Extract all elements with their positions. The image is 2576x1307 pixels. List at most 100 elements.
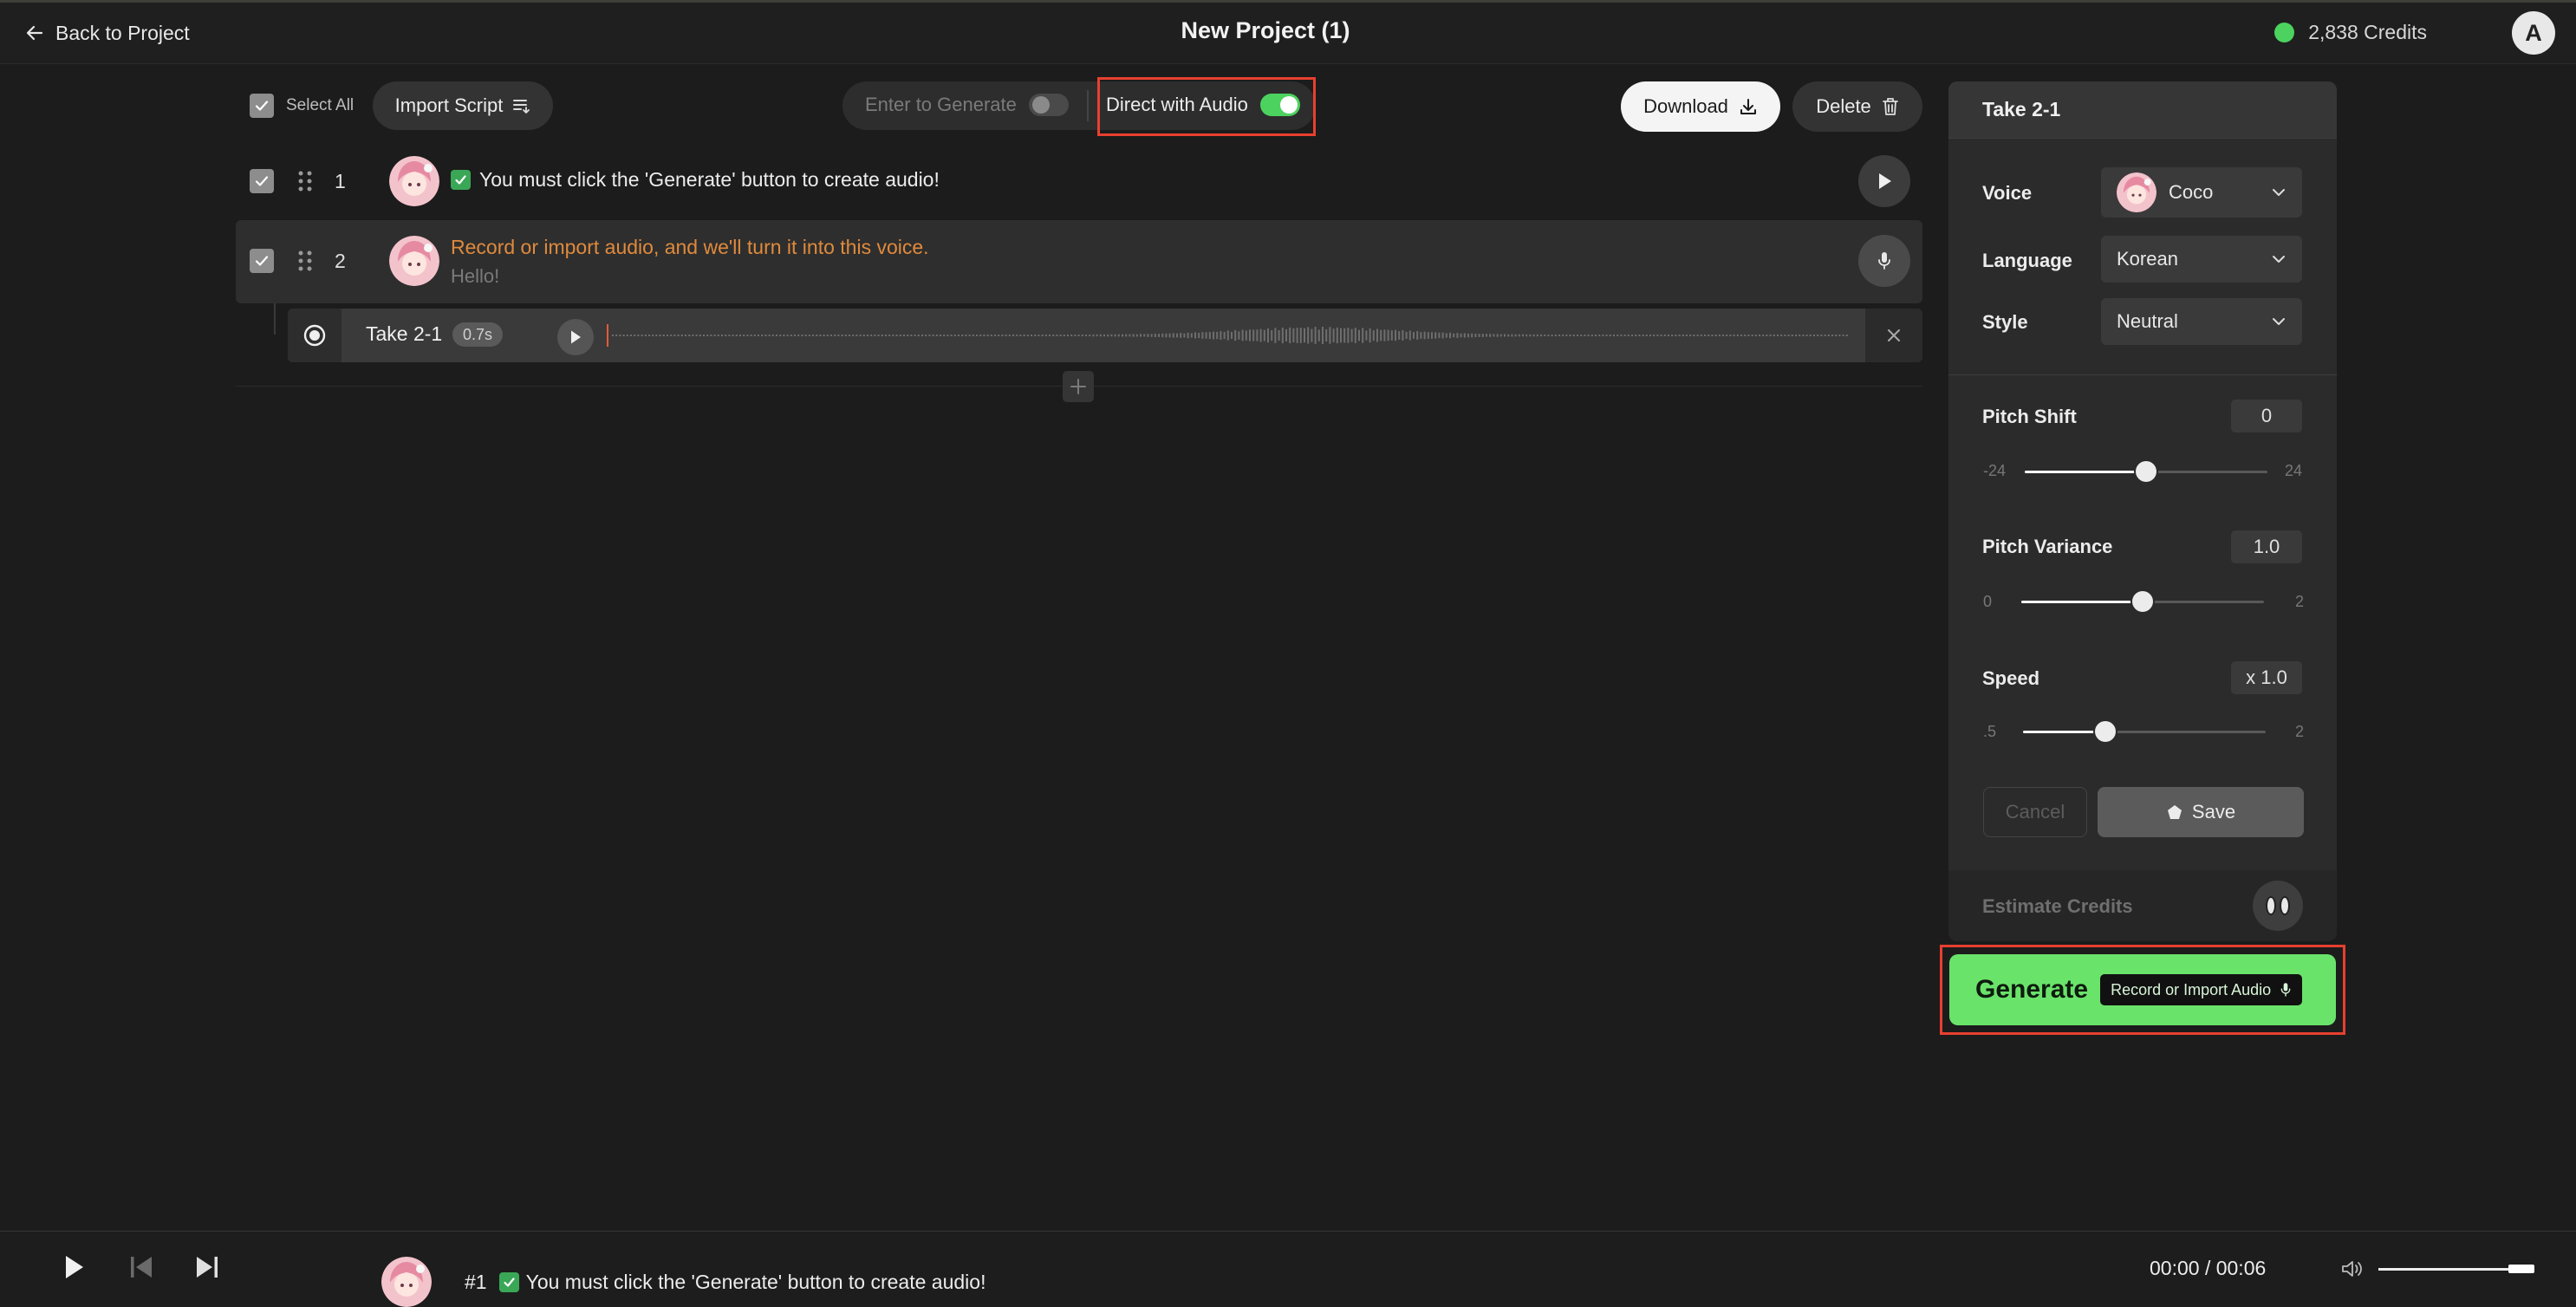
take-radio-button[interactable]	[288, 309, 342, 362]
chevron-down-icon	[2271, 187, 2287, 198]
speed-slider[interactable]	[2023, 719, 2266, 744]
drag-handle-icon[interactable]	[296, 250, 314, 272]
save-label: Save	[2191, 801, 2236, 823]
slider-thumb[interactable]	[2132, 591, 2153, 612]
row-2-checkbox[interactable]	[250, 249, 274, 273]
pitch-shift-max: 24	[2285, 462, 2303, 479]
microphone-icon	[1877, 250, 1892, 271]
add-row-button[interactable]	[1063, 371, 1094, 402]
voice-avatar	[2117, 172, 2156, 212]
divider	[1948, 374, 2337, 375]
select-all-label: Select All	[286, 96, 355, 114]
pitch-shift-min: -24	[1983, 462, 2007, 479]
play-icon	[1876, 172, 1893, 191]
now-playing-number: #1	[465, 1270, 487, 1293]
row-2-record-button[interactable]	[1858, 235, 1910, 287]
import-script-button[interactable]: Import Script	[373, 81, 553, 130]
row-1-checkbox[interactable]	[250, 169, 274, 193]
close-icon	[1885, 327, 1903, 344]
trash-icon	[1882, 97, 1899, 116]
user-avatar[interactable]: A	[2512, 11, 2555, 55]
pitch-shift-label: Pitch Shift	[1982, 406, 2077, 427]
generate-label: Generate	[1975, 975, 2089, 1004]
waveform[interactable]	[607, 322, 1855, 348]
speed-label: Speed	[1982, 667, 2040, 689]
pitch-variance-max: 2	[2295, 593, 2305, 610]
row-number: 1	[335, 170, 346, 192]
pitch-shift-input[interactable]: 0	[2231, 400, 2302, 432]
voice-value: Coco	[2169, 181, 2214, 203]
style-label: Style	[1982, 311, 2028, 333]
speed-input[interactable]: x 1.0	[2231, 661, 2302, 694]
enter-to-generate-label: Enter to Generate	[865, 94, 1017, 115]
voice-label: Voice	[1982, 182, 2033, 204]
delete-button[interactable]: Delete	[1792, 81, 1922, 132]
take-play-button[interactable]	[557, 319, 594, 355]
download-button[interactable]: Download	[1621, 81, 1780, 132]
row-2[interactable]	[236, 220, 1922, 303]
select-all-checkbox[interactable]: Select All	[250, 94, 354, 118]
direct-with-audio-toggle[interactable]: Direct with Audio	[1106, 94, 1300, 116]
cancel-button[interactable]: Cancel	[1983, 787, 2087, 837]
radio-selected-icon	[303, 324, 326, 347]
now-playing: #1 You must click the 'Generate' button …	[381, 1257, 986, 1307]
arrow-left-icon	[24, 23, 45, 43]
estimate-credits-label: Estimate Credits	[1982, 895, 2133, 917]
save-button[interactable]: Save	[2098, 787, 2304, 837]
back-to-project-link[interactable]: Back to Project	[24, 19, 190, 47]
style-value: Neutral	[2117, 310, 2178, 332]
toggle-switch-off[interactable]	[1028, 94, 1069, 116]
remove-take-button[interactable]	[1865, 309, 1922, 362]
status-dot-icon	[2274, 23, 2295, 42]
player-play-button[interactable]	[61, 1253, 87, 1281]
style-select[interactable]: Neutral	[2101, 298, 2302, 345]
speed-min: .5	[1983, 723, 1997, 740]
pitch-variance-slider[interactable]	[2021, 589, 2264, 614]
check-mark-icon	[498, 1271, 519, 1292]
pitch-variance-input[interactable]: 1.0	[2231, 530, 2302, 563]
language-select[interactable]: Korean	[2101, 236, 2302, 283]
pitch-shift-slider[interactable]	[2025, 459, 2267, 484]
slider-thumb[interactable]	[2095, 721, 2116, 742]
microphone-icon	[2280, 981, 2292, 998]
credits-label: 2,838 Credits	[2308, 21, 2427, 43]
playback-time: 00:00 / 00:06	[2150, 1257, 2267, 1279]
download-icon	[1739, 97, 1758, 116]
pitch-variance-min: 0	[1983, 593, 1993, 610]
row-2-instruction[interactable]: Record or import audio, and we'll turn i…	[451, 236, 929, 259]
check-mark-icon	[451, 170, 471, 190]
divider	[1087, 90, 1089, 121]
language-value: Korean	[2117, 248, 2178, 270]
slider-thumb[interactable]	[2136, 461, 2156, 482]
voice-avatar[interactable]	[389, 236, 439, 286]
plus-icon	[1069, 377, 1088, 396]
volume-icon[interactable]	[2340, 1258, 2365, 1279]
chevron-down-icon	[2271, 316, 2287, 327]
eyes-icon[interactable]	[2253, 881, 2303, 931]
drag-handle-icon[interactable]	[296, 170, 314, 192]
back-to-project-label: Back to Project	[55, 21, 190, 44]
skip-back-icon[interactable]	[128, 1253, 154, 1281]
enter-to-generate-toggle[interactable]: Enter to Generate	[865, 94, 1069, 116]
row-1-play-button[interactable]	[1858, 155, 1910, 207]
take-connector	[274, 303, 276, 335]
import-script-label: Import Script	[394, 94, 504, 116]
generate-button[interactable]: Generate Record or Import Audio	[1949, 954, 2336, 1025]
speed-max: 2	[2295, 723, 2305, 740]
duration-badge: 0.7s	[452, 322, 504, 347]
delete-label: Delete	[1816, 95, 1871, 117]
volume-slider-thumb[interactable]	[2508, 1265, 2534, 1273]
pitch-variance-label: Pitch Variance	[1982, 536, 2113, 557]
play-icon	[569, 329, 582, 345]
record-or-import-chip: Record or Import Audio	[2100, 974, 2303, 1005]
page-title: New Project (1)	[1181, 17, 1350, 43]
voice-select[interactable]: Coco	[2101, 167, 2302, 218]
row-1-text[interactable]: You must click the 'Generate' button to …	[451, 168, 940, 192]
toggle-switch-on[interactable]	[1259, 94, 1300, 116]
record-or-import-label: Record or Import Audio	[2111, 980, 2272, 998]
list-icon	[513, 98, 530, 114]
checkbox-checked-icon	[250, 94, 274, 118]
voice-avatar[interactable]	[389, 156, 439, 206]
row-2-script[interactable]: Hello!	[451, 265, 499, 288]
skip-forward-icon[interactable]	[194, 1253, 220, 1281]
